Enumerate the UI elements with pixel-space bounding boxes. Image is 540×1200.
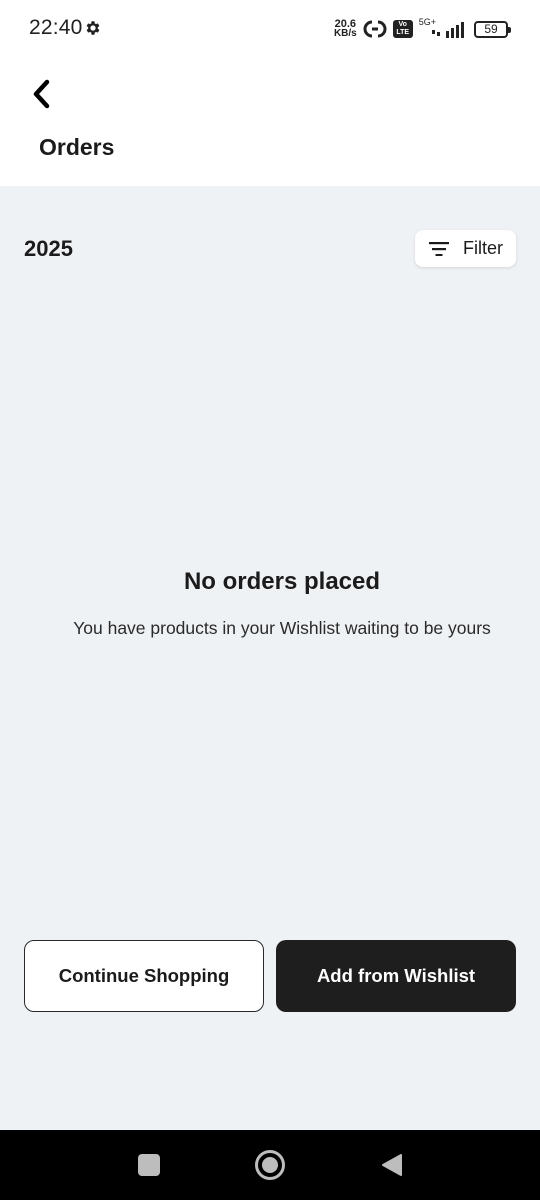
recents-icon[interactable] <box>138 1154 160 1176</box>
add-from-wishlist-label: Add from Wishlist <box>316 965 476 986</box>
battery-icon: 59 <box>474 20 511 38</box>
back-triangle-icon[interactable] <box>380 1153 402 1177</box>
volte-top-text: Vo <box>398 21 407 28</box>
continue-shopping-button[interactable]: Continue Shopping <box>24 940 264 1012</box>
signal-icon <box>432 22 464 38</box>
volte-bottom-text: LTE <box>396 29 410 36</box>
battery-level: 59 <box>484 21 498 36</box>
year-label: 2025 <box>24 236 73 261</box>
continue-shopping-label: Continue Shopping <box>58 965 230 986</box>
status-time: 22:40 <box>29 16 83 39</box>
status-icons: 20.6 KB/s Vo LTE 5G+ 59 <box>334 14 511 44</box>
filter-label: Filter <box>463 238 503 258</box>
network-speed: 20.6 KB/s <box>334 19 357 39</box>
home-icon[interactable] <box>255 1150 285 1180</box>
empty-state-subtitle: You have products in your Wishlist waiti… <box>73 618 491 638</box>
add-from-wishlist-button[interactable]: Add from Wishlist <box>276 940 516 1012</box>
back-button[interactable] <box>22 74 62 114</box>
app-header: Orders <box>0 60 540 186</box>
system-nav-bar <box>0 1130 540 1200</box>
page-title: Orders <box>39 134 115 160</box>
status-bar: 22:40 20.6 KB/s Vo LTE 5G+ 59 <box>0 0 540 60</box>
hotspot-icon <box>363 20 387 38</box>
network-type: 5G+ <box>418 17 436 27</box>
empty-state-title: No orders placed <box>183 568 381 595</box>
volte-icon: Vo LTE <box>392 20 413 38</box>
chevron-left-icon <box>33 79 50 109</box>
network-speed-unit: KB/s <box>333 28 357 39</box>
gear-icon <box>86 21 100 35</box>
filter-lines-icon <box>429 241 449 256</box>
filter-button[interactable]: Filter <box>415 230 516 267</box>
orders-content: 2025 Filter No orders placed You have pr… <box>0 186 540 1130</box>
